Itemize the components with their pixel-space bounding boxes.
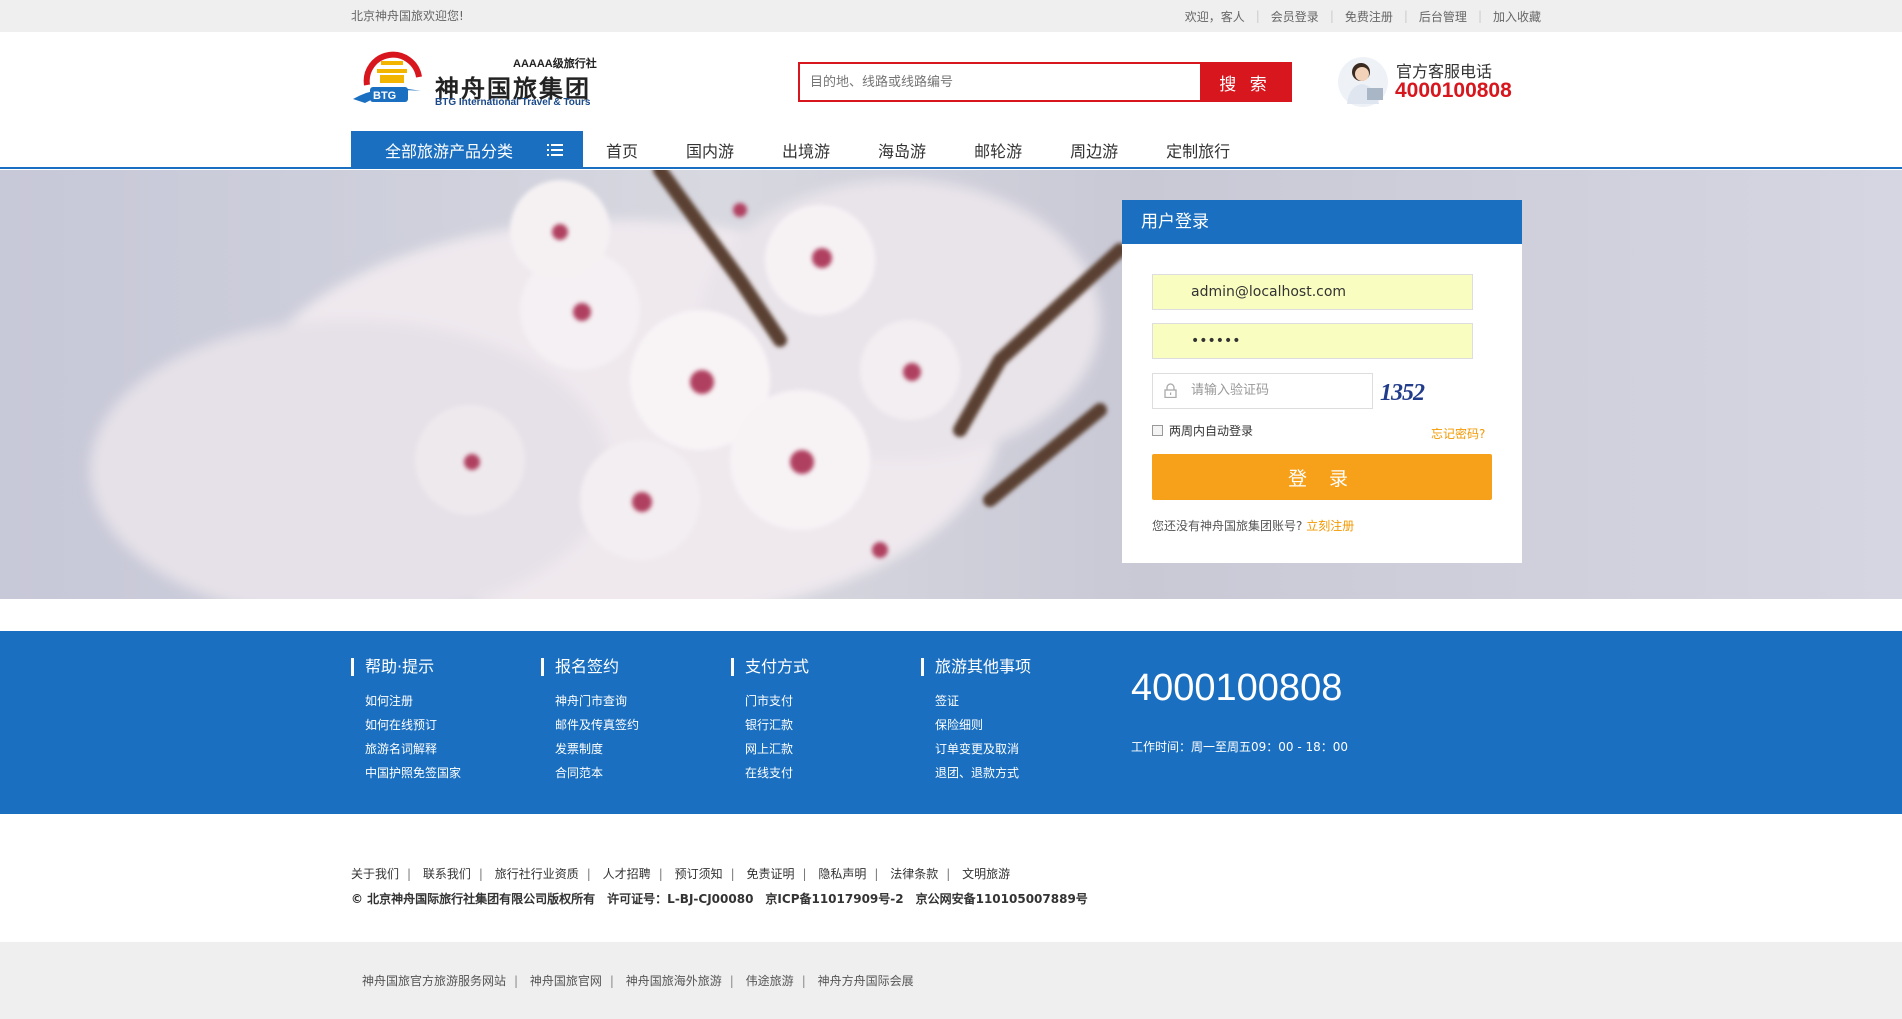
lock-icon (1164, 383, 1177, 398)
logo-badge-text: BTG (373, 90, 396, 102)
remember-me-label: 两周内自动登录 (1169, 424, 1254, 438)
nav-cruise[interactable]: 邮轮游 (974, 138, 1022, 162)
partner-link[interactable]: 神舟国旅海外旅游 (626, 974, 722, 988)
legal-link[interactable]: 隐私声明 (818, 867, 866, 881)
logo-name-en: BTG International Travel & Tours (435, 97, 591, 108)
legal-link[interactable]: 文明旅游 (962, 867, 1010, 881)
login-button[interactable]: 登 录 (1152, 454, 1492, 500)
greeting-text: 北京神舟国旅欢迎您! (351, 9, 464, 23)
footer-column-title: 支付方式 (731, 658, 809, 676)
site-logo[interactable]: BTG AAAAA级旅行社 神舟国旅集团 BTG International T… (351, 47, 606, 109)
list-icon (547, 144, 563, 156)
top-bar: 北京神舟国旅欢迎您! 欢迎，客人 | 会员登录 | 免费注册 | 后台管理 | 加入收藏 (0, 0, 1902, 32)
cherry-blossom-image (90, 170, 1127, 599)
service-hotline: 官方客服电话 4000100808 (1337, 52, 1537, 112)
footer-link[interactable]: 门市支付 (745, 689, 809, 713)
service-phone: 4000100808 (1395, 79, 1512, 102)
login-title: 用户登录 (1122, 200, 1522, 244)
footer-column-signup: 报名签约 神舟门市查询 邮件及传真签约 发票制度 合同范本 (541, 658, 639, 785)
legal-link[interactable]: 关于我们 (351, 867, 399, 881)
hero-banner (0, 170, 1902, 599)
admin-link[interactable]: 后台管理 (1419, 8, 1467, 25)
legal-link[interactable]: 旅行社行业资质 (495, 867, 579, 881)
footer-link[interactable]: 如何在线预订 (365, 713, 461, 737)
footer-column-title: 帮助·提示 (351, 658, 461, 676)
nav-island[interactable]: 海岛游 (878, 138, 926, 162)
footer-hours: 工作时间：周一至周五09：00 - 18：00 (1131, 740, 1349, 754)
footer-column-help: 帮助·提示 如何注册 如何在线预订 旅游名词解释 中国护照免签国家 (351, 658, 461, 785)
footer-link[interactable]: 神舟门市查询 (555, 689, 639, 713)
no-account-row: 您还没有神舟国旅集团账号? 立刻注册 (1152, 517, 1354, 534)
footer-phone: 4000100808 (1131, 667, 1343, 709)
nav-home[interactable]: 首页 (606, 138, 638, 162)
legal-link[interactable]: 联系我们 (423, 867, 471, 881)
customer-service-avatar-icon (1338, 57, 1388, 107)
checkbox-box[interactable] (1152, 425, 1163, 436)
search-button[interactable]: 搜 索 (1200, 64, 1290, 100)
footer-column-title: 旅游其他事项 (921, 658, 1031, 676)
login-panel: 用户登录 admin@localhost.com •••••• 请输入验证码 1… (1122, 200, 1522, 563)
legal-link[interactable]: 免责证明 (746, 867, 794, 881)
partner-link[interactable]: 神舟国旅官方旅游服务网站 (362, 974, 506, 988)
legal-link[interactable]: 预订须知 (675, 867, 723, 881)
legal-links: 关于我们 | 联系我们 | 旅行社行业资质 | 人才招聘 | 预订须知 | 免责证明 | 隐… (351, 867, 1011, 881)
partner-links: 神舟国旅官方旅游服务网站 | 神舟国旅官网 | 神舟国旅海外旅游 | 伟途旅游 | 神舟… (362, 974, 914, 988)
footer-link[interactable]: 邮件及传真签约 (555, 713, 639, 737)
footer-column-title: 报名签约 (541, 658, 639, 676)
nav-domestic[interactable]: 国内游 (686, 138, 734, 162)
footer-link[interactable]: 发票制度 (555, 737, 639, 761)
partner-link[interactable]: 神舟国旅官网 (530, 974, 602, 988)
free-register-link[interactable]: 免费注册 (1345, 8, 1393, 25)
forgot-password-link[interactable]: 忘记密码? (1431, 425, 1485, 442)
register-now-link[interactable]: 立刻注册 (1306, 519, 1354, 533)
footer-link[interactable]: 保险细则 (935, 713, 1031, 737)
footer-column-other: 旅游其他事项 签证 保险细则 订单变更及取消 退团、退款方式 (921, 658, 1031, 785)
nav-nearby[interactable]: 周边游 (1070, 138, 1118, 162)
search-input[interactable] (800, 64, 1200, 100)
welcome-text: 欢迎，客人 (1184, 9, 1245, 24)
no-account-text: 您还没有神舟国旅集团账号? (1152, 519, 1303, 533)
top-links: 欢迎，客人 | 会员登录 | 免费注册 | 后台管理 | 加入收藏 (1184, 8, 1541, 25)
footer-link[interactable]: 旅游名词解释 (365, 737, 461, 761)
footer-link[interactable]: 网上汇款 (745, 737, 809, 761)
logo-emblem-icon: BTG (353, 51, 422, 103)
captcha-placeholder: 请输入验证码 (1191, 383, 1270, 398)
nav-outbound[interactable]: 出境游 (782, 138, 830, 162)
footer-link[interactable]: 退团、退款方式 (935, 761, 1031, 785)
legal-link[interactable]: 法律条款 (890, 867, 938, 881)
footer-link[interactable]: 在线支付 (745, 761, 809, 785)
partner-link[interactable]: 伟途旅游 (746, 974, 794, 988)
footer-column-payment: 支付方式 门市支付 银行汇款 网上汇款 在线支付 (731, 658, 809, 785)
nav-items: 首页 国内游 出境游 海岛游 邮轮游 周边游 定制旅行 (606, 131, 1278, 169)
captcha-input[interactable]: 请输入验证码 (1152, 373, 1373, 409)
footer-link[interactable]: 如何注册 (365, 689, 461, 713)
password-field[interactable]: •••••• (1152, 323, 1473, 359)
footer-link[interactable]: 订单变更及取消 (935, 737, 1031, 761)
partner-link[interactable]: 神舟方舟国际会展 (818, 974, 914, 988)
search-box: 搜 索 (798, 62, 1292, 102)
footer-link[interactable]: 银行汇款 (745, 713, 809, 737)
footer-link[interactable]: 中国护照免签国家 (365, 761, 461, 785)
remember-me-checkbox[interactable]: 两周内自动登录 (1152, 422, 1253, 439)
add-favorite-link[interactable]: 加入收藏 (1493, 8, 1541, 25)
footer-link[interactable]: 签证 (935, 689, 1031, 713)
bottom-bar: 神舟国旅官方旅游服务网站 | 神舟国旅官网 | 神舟国旅海外旅游 | 伟途旅游 | 神舟… (0, 942, 1902, 1019)
all-categories-button[interactable]: 全部旅游产品分类 (351, 131, 583, 169)
all-categories-label: 全部旅游产品分类 (385, 142, 514, 161)
legal-section: 关于我们 | 联系我们 | 旅行社行业资质 | 人才招聘 | 预订须知 | 免责证明 | 隐… (351, 865, 1088, 907)
member-login-link[interactable]: 会员登录 (1271, 8, 1319, 25)
footer-link[interactable]: 合同范本 (555, 761, 639, 785)
captcha-image[interactable]: 1352 (1380, 380, 1425, 407)
footer-help-section: 帮助·提示 如何注册 如何在线预订 旅游名词解释 中国护照免签国家 报名签约 神… (0, 631, 1902, 814)
legal-link[interactable]: 人才招聘 (603, 867, 651, 881)
email-field[interactable]: admin@localhost.com (1152, 274, 1473, 310)
nav-custom[interactable]: 定制旅行 (1166, 138, 1230, 162)
copyright-text: © 北京神舟国际旅行社集团有限公司版权所有 许可证号：L-BJ-CJ00080 … (351, 892, 1088, 906)
